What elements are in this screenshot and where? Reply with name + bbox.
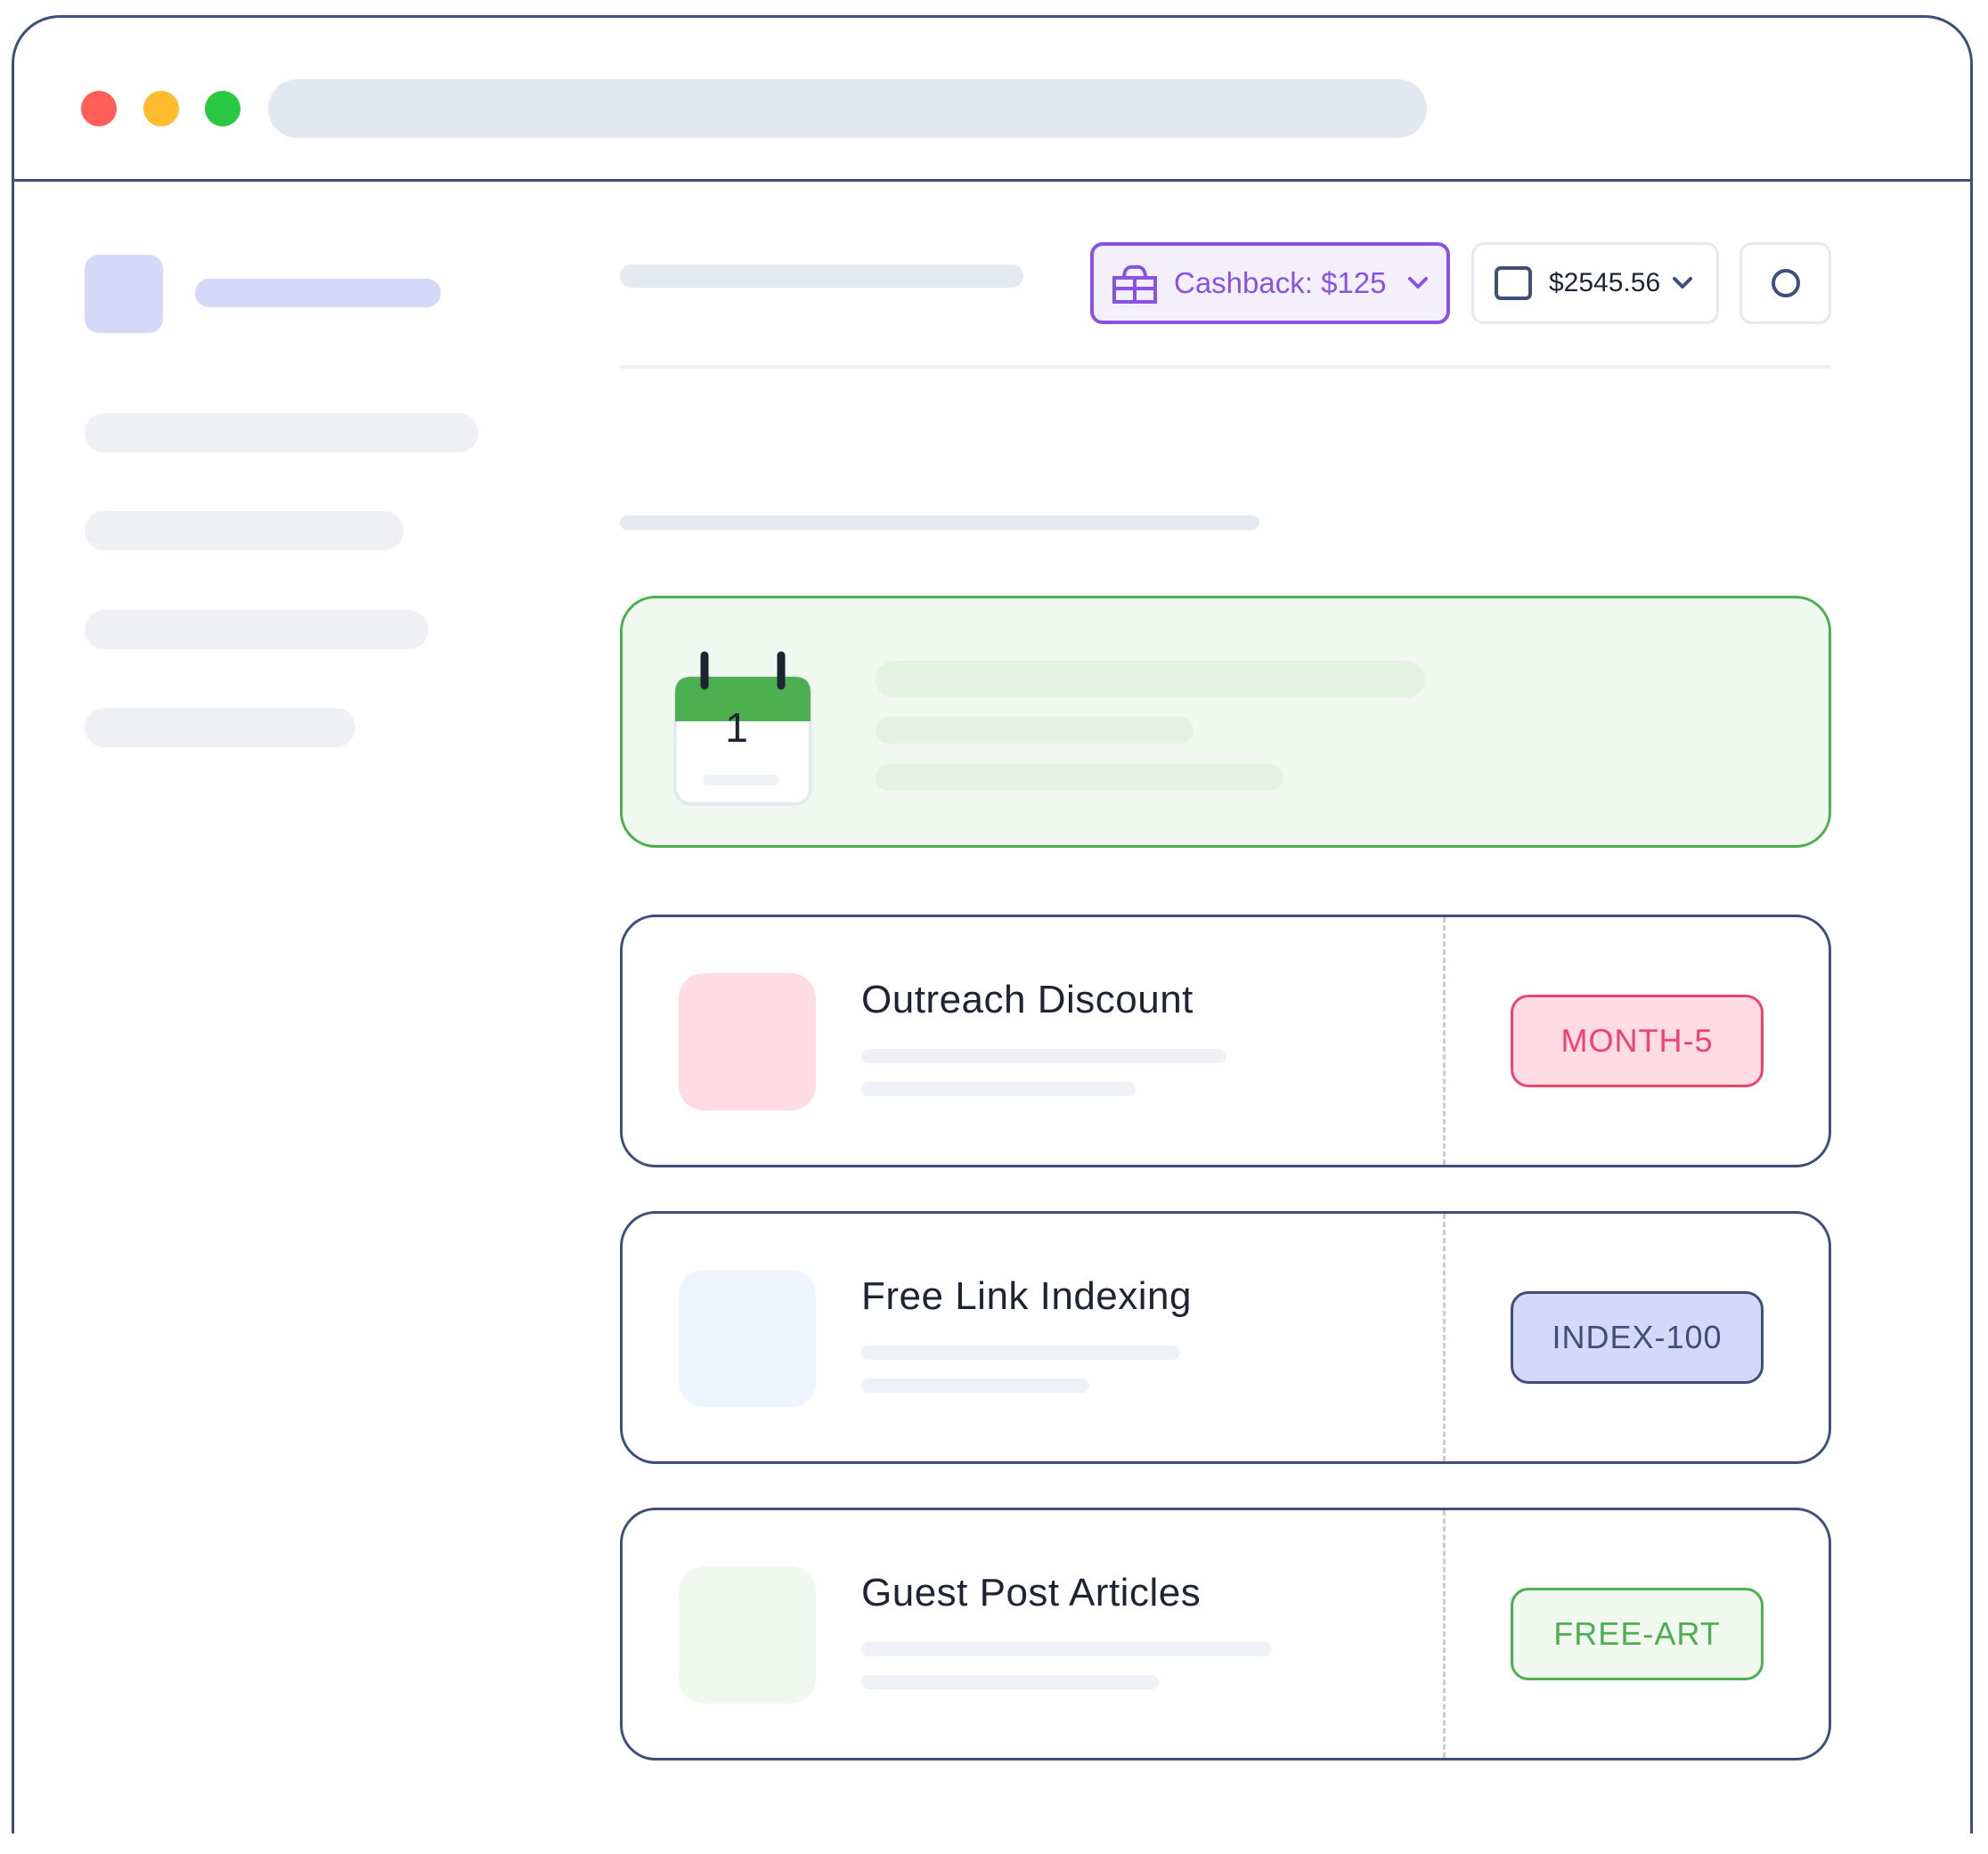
section-heading-placeholder xyxy=(620,516,1259,530)
app-logo[interactable] xyxy=(85,255,163,333)
offer-thumbnail xyxy=(679,1566,816,1704)
sidebar-item-4[interactable] xyxy=(85,708,355,747)
offer-desc-line xyxy=(861,1642,1272,1656)
offer-thumbnail xyxy=(679,973,816,1110)
cashback-label: Cashback: $125 xyxy=(1174,266,1387,299)
address-bar[interactable] xyxy=(268,79,1427,138)
calendar-day: 1 xyxy=(725,704,748,751)
sidebar-item-3[interactable] xyxy=(85,610,428,649)
offer-separator xyxy=(1443,1510,1446,1758)
wallet-icon xyxy=(1495,266,1532,300)
title-bar xyxy=(14,18,1970,182)
promo-line-1 xyxy=(876,717,1194,744)
offer-title: Outreach Discount xyxy=(861,978,1194,1021)
coupon-code[interactable]: INDEX-100 xyxy=(1511,1291,1764,1384)
balance-label: $2545.56 xyxy=(1549,268,1661,297)
offer-desc-line xyxy=(861,1082,1136,1096)
offer-title: Guest Post Articles xyxy=(861,1571,1202,1614)
cashback-button[interactable]: Cashback: $125 xyxy=(1090,242,1450,324)
offer-thumbnail xyxy=(679,1270,816,1407)
chevron-down-icon xyxy=(1407,277,1428,289)
offer-desc-line xyxy=(861,1346,1180,1360)
offer-card[interactable]: Guest Post Articles FREE-ART xyxy=(620,1508,1831,1760)
app-name-placeholder xyxy=(195,279,441,307)
coupon-code[interactable]: MONTH-5 xyxy=(1511,995,1764,1087)
offer-card[interactable]: Free Link Indexing INDEX-100 xyxy=(620,1211,1831,1464)
sidebar-item-2[interactable] xyxy=(85,511,403,550)
offer-title: Free Link Indexing xyxy=(861,1274,1192,1318)
minimize-window-button[interactable] xyxy=(143,91,179,126)
balance-button[interactable]: $2545.56 xyxy=(1471,242,1719,324)
promo-banner[interactable]: 1 xyxy=(620,596,1831,848)
gift-icon xyxy=(1112,264,1157,304)
offer-desc-line xyxy=(861,1675,1159,1689)
page-title-placeholder xyxy=(620,264,1023,288)
chevron-down-icon xyxy=(1673,277,1693,289)
offer-card[interactable]: Outreach Discount MONTH-5 xyxy=(620,915,1831,1167)
promo-line-2 xyxy=(876,764,1283,791)
coupon-code[interactable]: FREE-ART xyxy=(1511,1588,1764,1680)
sidebar-item-1[interactable] xyxy=(85,413,478,452)
offer-separator xyxy=(1443,1214,1446,1461)
offer-desc-line xyxy=(861,1049,1226,1063)
user-avatar-icon xyxy=(1771,269,1800,297)
promo-title-placeholder xyxy=(876,661,1425,698)
offer-desc-line xyxy=(861,1378,1089,1393)
header-divider xyxy=(620,365,1831,369)
close-window-button[interactable] xyxy=(81,91,117,126)
offer-separator xyxy=(1443,917,1446,1165)
user-menu-button[interactable] xyxy=(1740,242,1831,324)
maximize-window-button[interactable] xyxy=(205,91,240,126)
